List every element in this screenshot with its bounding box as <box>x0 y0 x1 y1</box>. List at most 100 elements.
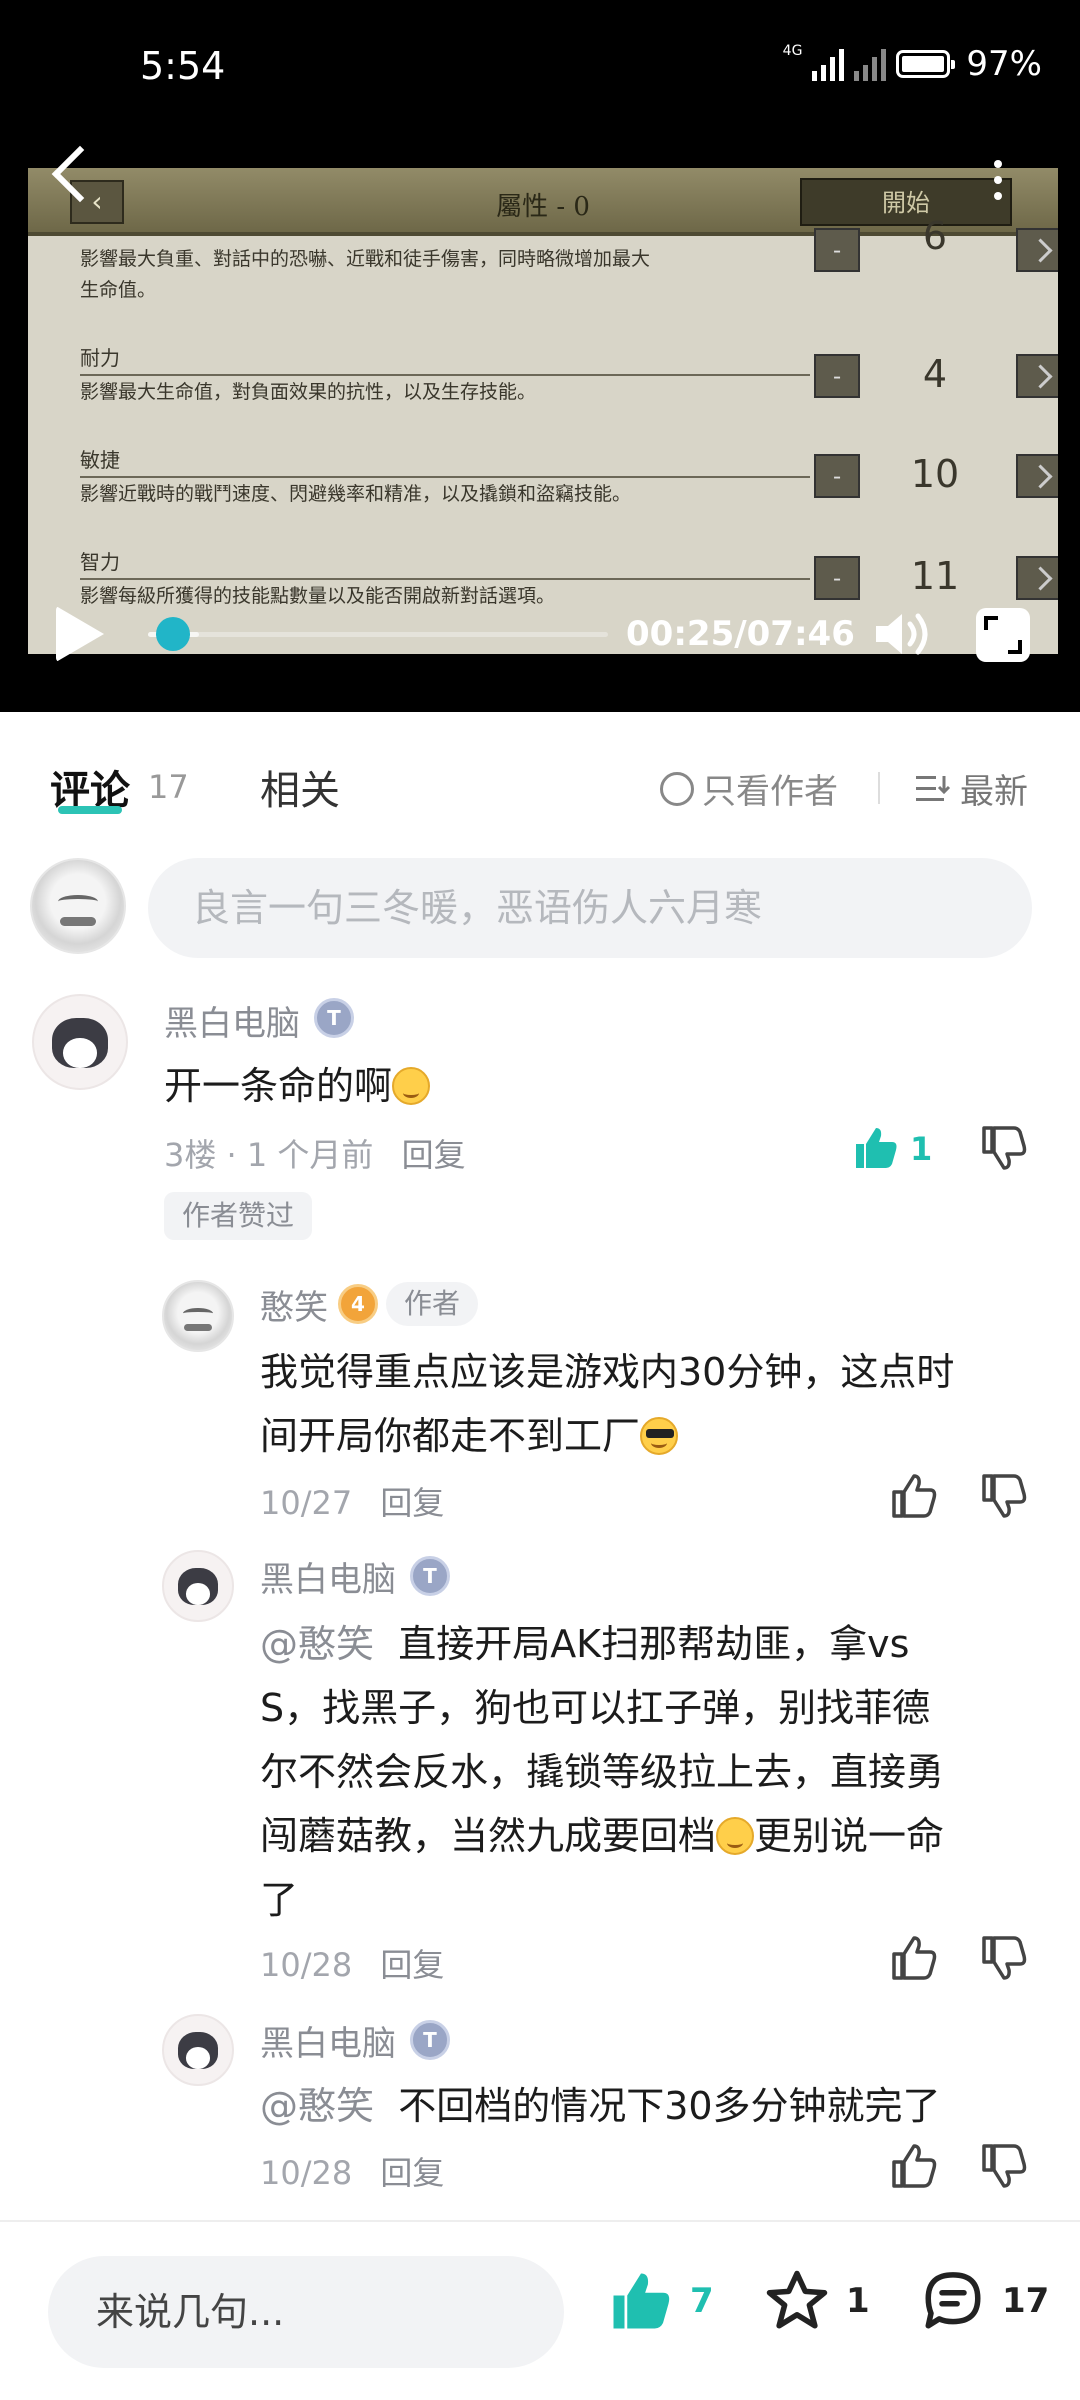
favorite-button[interactable]: 1 <box>762 2268 870 2334</box>
like-button[interactable]: 7 <box>606 2268 714 2334</box>
reply-meta: 10/28 回复 <box>260 1940 444 1986</box>
mention[interactable]: @憨笑 <box>260 1622 374 1666</box>
like-count: 7 <box>690 2281 714 2321</box>
reply-button[interactable]: 回复 <box>380 2154 444 2192</box>
game-attr-row: 敏捷 影響近戰時的戰鬥速度、閃避幾率和精准，以及撬鎖和盜竊技能。 - 10 <box>80 444 1058 506</box>
network-type: 4G <box>782 43 803 59</box>
comment-count: 17 <box>1002 2281 1050 2321</box>
reply-username[interactable]: 黑白电脑 <box>260 1552 396 1601</box>
comment-tabs: 评论 17 相关 只看作者 最新 <box>0 712 1080 860</box>
reply-date: 10/27 <box>260 1484 353 1522</box>
comment-button[interactable]: 17 <box>918 2268 1049 2334</box>
thumb-up-icon <box>613 2273 670 2329</box>
reply-button[interactable]: 回复 <box>380 1946 444 1984</box>
thumb-down-icon[interactable] <box>980 1472 1028 1520</box>
status-time: 5:54 <box>140 44 226 88</box>
my-avatar[interactable] <box>30 858 126 954</box>
game-plus-button <box>1016 354 1058 398</box>
divider <box>878 772 880 804</box>
level-badge: T <box>410 1556 450 1596</box>
game-minus-button: - <box>814 228 860 272</box>
bottom-bar: 来说几句... 7 1 17 <box>0 2220 1080 2400</box>
tab-related[interactable]: 相关 <box>260 758 340 816</box>
reply-meta: 10/28 回复 <box>260 2148 444 2194</box>
reply-text-line-2: 间开局你都走不到工厂 <box>260 1404 954 1468</box>
reply-meta: 10/27 回复 <box>260 1478 444 1524</box>
cool-emoji-icon <box>640 1417 679 1455</box>
status-icons: 4G 97% <box>783 44 1042 84</box>
thumb-down-icon[interactable] <box>980 1934 1028 1982</box>
player-controls: 00:25/07:46 <box>0 582 1080 672</box>
reply-text-line: 闯蘑菇教，当然九成要回档 更别说一命 <box>260 1814 945 1858</box>
sort-button[interactable]: 最新 <box>916 764 1028 813</box>
author-tag: 作者 <box>386 1282 479 1326</box>
signal-2-icon <box>854 47 887 81</box>
reply-text: @憨笑 不回档的情况下30多分钟就完了 <box>260 2074 941 2138</box>
only-author-label: 只看作者 <box>702 772 838 812</box>
thumb-down-icon[interactable] <box>980 1124 1028 1172</box>
level-badge: T <box>314 998 354 1038</box>
game-attr-value: 6 <box>922 214 948 258</box>
game-plus-button <box>1016 454 1058 498</box>
circle-icon <box>660 771 694 806</box>
sort-label: 最新 <box>960 772 1028 812</box>
level-badge: T <box>410 2020 450 2060</box>
game-attr-value: 4 <box>922 352 948 396</box>
thumb-down-icon[interactable] <box>980 2142 1028 2190</box>
star-icon <box>766 2270 828 2329</box>
reply-text-line: @憨笑 直接开局AK扫那帮劫匪，拿vs <box>260 1622 910 1666</box>
author-liked-tag: 作者赞过 <box>164 1192 313 1240</box>
reply-text-line: 我觉得重点应该是游戏内30分钟，这点时 <box>260 1350 955 1394</box>
play-icon[interactable] <box>56 606 104 662</box>
like-count: 1 <box>910 1130 933 1168</box>
game-attr-top: 影響最大負重、對話中的恐嚇、近戰和徒手傷害，同時略微增加最大 生命值。 - 6 <box>80 214 1058 302</box>
reply-date: 10/28 <box>260 1946 353 1984</box>
reply-button[interactable]: 回复 <box>402 1136 466 1174</box>
tab-active-indicator <box>58 806 122 814</box>
battery-percent: 97% <box>966 44 1042 84</box>
comment-input[interactable]: 良言一句三冬暖，恶语伤人六月寒 <box>148 858 1032 958</box>
reply-username[interactable]: 憨笑 <box>260 1280 328 1329</box>
video-area: 5:54 4G 97% ‹ 屬性 - 0 開始 影響最大負重、對話中的恐嚇、近戰… <box>0 0 1080 712</box>
comment-icon <box>925 2272 981 2329</box>
comment-text-content: 开一条命的啊 <box>164 1064 393 1108</box>
comment-text: 开一条命的啊 <box>164 1054 431 1118</box>
reply-button[interactable]: 回复 <box>380 1484 444 1522</box>
thumb-up-icon[interactable] <box>890 1472 938 1520</box>
avatar[interactable] <box>32 994 128 1090</box>
favorite-count: 1 <box>846 2281 870 2321</box>
smile-emoji-icon <box>392 1067 431 1105</box>
more-icon[interactable] <box>994 160 1004 208</box>
avatar[interactable] <box>162 1550 234 1622</box>
reply-text-line: 尔不然会反水，撬锁等级拉上去，直接勇 <box>260 1750 945 1794</box>
game-attr-row: 耐力 影響最大生命值，對負面效果的抗性，以及生存技能。 - 4 <box>80 342 1058 404</box>
mention[interactable]: @憨笑 <box>260 2084 374 2128</box>
comment-username[interactable]: 黑白电脑 <box>164 996 300 1045</box>
comment-time: 1 个月前 <box>246 1136 374 1174</box>
level-badge: 4 <box>338 1284 378 1324</box>
game-plus-button <box>1016 228 1058 272</box>
game-attr-desc-2: 生命值。 <box>80 279 157 301</box>
avatar[interactable] <box>162 1280 234 1352</box>
fullscreen-icon[interactable] <box>976 608 1030 662</box>
say-something-input[interactable]: 来说几句... <box>48 2256 564 2368</box>
thumb-up-icon[interactable] <box>852 1124 900 1172</box>
avatar[interactable] <box>162 2014 234 2086</box>
volume-icon[interactable] <box>872 608 932 660</box>
only-author-toggle[interactable]: 只看作者 <box>660 764 838 813</box>
game-minus-button: - <box>814 454 860 498</box>
comment-floor: 3楼 <box>164 1136 217 1174</box>
tab-comments-count: 17 <box>148 768 189 806</box>
signal-icon <box>812 47 845 81</box>
battery-icon <box>896 50 956 78</box>
thumb-up-icon[interactable] <box>890 1934 938 1982</box>
reply-date: 10/28 <box>260 2154 353 2192</box>
reply-text-line: @憨笑 不回档的情况下30多分钟就完了 <box>260 2084 941 2128</box>
smile-emoji-icon <box>716 1817 755 1855</box>
thumb-up-icon[interactable] <box>890 2142 938 2190</box>
progress-slider[interactable] <box>148 617 608 651</box>
progress-thumb[interactable] <box>156 617 191 651</box>
reply-text-line: 了 <box>260 1878 299 1922</box>
timecode: 00:25/07:46 <box>626 614 855 654</box>
reply-username[interactable]: 黑白电脑 <box>260 2016 396 2065</box>
